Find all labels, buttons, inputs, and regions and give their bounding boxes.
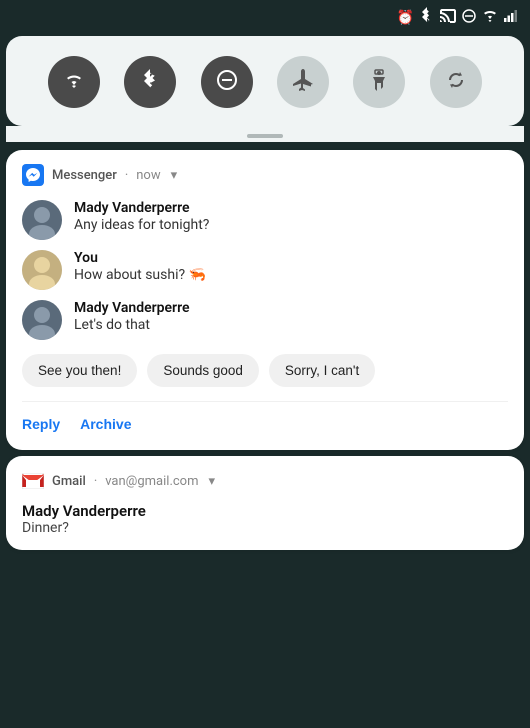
alarm-icon: ⏰ (397, 10, 414, 26)
dnd-qs-icon (217, 70, 237, 95)
message-text-2: How about sushi? 🦐 (74, 267, 508, 283)
flashlight-toggle[interactable] (353, 56, 405, 108)
rotate-qs-icon (445, 69, 467, 96)
message-sender-1: Mady Vanderperre (74, 200, 508, 216)
message-content-3: Mady Vanderperre Let's do that (74, 300, 508, 333)
message-row-3: Mady Vanderperre Let's do that (22, 300, 508, 340)
reply-button[interactable]: Reply (22, 412, 80, 436)
chevron-down-icon: ▾ (171, 168, 178, 183)
messenger-notif-time-value: now (136, 168, 160, 183)
flashlight-qs-icon (371, 69, 387, 96)
notif-actions: Reply Archive (22, 401, 508, 436)
quick-reply-sorry[interactable]: Sorry, I can't (269, 354, 375, 387)
message-row-2: You How about sushi? 🦐 (22, 250, 508, 290)
bluetooth-qs-icon (142, 69, 158, 96)
message-text-1: Any ideas for tonight? (74, 217, 508, 233)
quick-replies: See you then! Sounds good Sorry, I can't (22, 354, 508, 387)
messenger-notification: Messenger · now ▾ Mady Vanderperre Any i… (6, 150, 524, 450)
message-content-2: You How about sushi? 🦐 (74, 250, 508, 283)
wifi-icon (482, 10, 498, 26)
message-text-3: Let's do that (74, 317, 508, 333)
message-row-1: Mady Vanderperre Any ideas for tonight? (22, 200, 508, 240)
gmail-separator: · (94, 474, 97, 489)
gmail-app-icon (22, 470, 44, 492)
gmail-app-name: Gmail (52, 474, 86, 489)
wifi-toggle[interactable] (48, 56, 100, 108)
airplane-qs-icon (292, 69, 314, 96)
dnd-icon (462, 9, 476, 27)
avatar-mady-1 (22, 200, 62, 240)
messenger-notif-time: · (125, 168, 128, 183)
bluetooth-toggle[interactable] (124, 56, 176, 108)
status-bar: ⏰ (0, 0, 530, 36)
quick-reply-see-you[interactable]: See you then! (22, 354, 137, 387)
dnd-toggle[interactable] (201, 56, 253, 108)
message-sender-3: Mady Vanderperre (74, 300, 508, 316)
signal-icon (504, 10, 518, 26)
gmail-chevron-icon: ▾ (209, 474, 216, 489)
drag-handle (6, 126, 524, 142)
wifi-qs-icon (63, 70, 85, 94)
quick-reply-sounds-good[interactable]: Sounds good (147, 354, 259, 387)
gmail-subject: Dinner? (22, 520, 508, 536)
gmail-sender: Mady Vanderperre (22, 502, 508, 520)
archive-button[interactable]: Archive (80, 412, 151, 436)
gmail-header: Gmail · van@gmail.com ▾ (22, 470, 508, 492)
airplane-toggle[interactable] (277, 56, 329, 108)
message-content-1: Mady Vanderperre Any ideas for tonight? (74, 200, 508, 233)
messenger-app-name: Messenger (52, 168, 117, 183)
gmail-account: van@gmail.com (105, 474, 198, 489)
gmail-notification: Gmail · van@gmail.com ▾ Mady Vanderperre… (6, 456, 524, 550)
bluetooth-status-icon (420, 7, 434, 29)
message-sender-2: You (74, 250, 508, 266)
quick-settings-panel (6, 36, 524, 126)
notif-header: Messenger · now ▾ (22, 164, 508, 186)
cast-icon (440, 9, 456, 27)
avatar-you (22, 250, 62, 290)
avatar-mady-2 (22, 300, 62, 340)
messenger-app-icon (22, 164, 44, 186)
rotate-toggle[interactable] (430, 56, 482, 108)
